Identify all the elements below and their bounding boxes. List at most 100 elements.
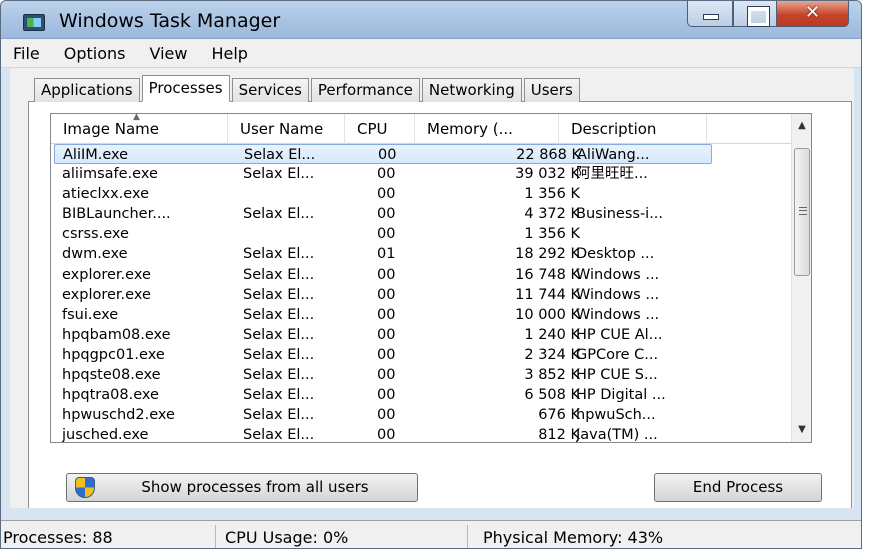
process-memory: 22 868 K	[516, 147, 581, 163]
table-row[interactable]: dwm.exe Selax El... 01 18 292 K Desktop ...	[51, 244, 791, 264]
menu-options[interactable]: Options	[64, 44, 126, 63]
table-row[interactable]: AliIM.exe Selax El... 00 22 868 K AliWang...	[54, 144, 712, 165]
table-row[interactable]: atieclxx.exe 00 1 356 K	[51, 184, 791, 204]
tab-processes[interactable]: Processes	[141, 75, 230, 102]
process-description: GPCore C...	[576, 346, 659, 363]
scroll-down-icon[interactable]: ▼	[792, 420, 811, 440]
process-cpu: 00	[377, 326, 396, 343]
tab-strip: Applications Processes Services Performa…	[34, 75, 582, 102]
process-name: explorer.exe	[62, 286, 151, 303]
process-description: Java(TM) ...	[576, 427, 658, 443]
process-name: aliimsafe.exe	[62, 166, 158, 183]
process-cpu: 00	[377, 286, 396, 303]
table-row[interactable]: csrss.exe 00 1 356 K	[51, 224, 791, 244]
column-filler	[707, 114, 791, 144]
process-memory: 812 K	[538, 427, 580, 443]
tab-services[interactable]: Services	[231, 78, 309, 102]
process-cpu: 00	[377, 226, 396, 243]
column-label: User Name	[240, 120, 324, 138]
process-name: dwm.exe	[62, 246, 128, 263]
column-cpu[interactable]: CPU	[345, 114, 415, 144]
column-label: CPU	[357, 120, 388, 138]
process-description: HP CUE Al...	[576, 326, 663, 343]
tab-applications[interactable]: Applications	[34, 78, 140, 102]
menu-help[interactable]: Help	[211, 44, 247, 63]
scrollbar-thumb[interactable]	[794, 148, 810, 276]
process-memory: 1 356 K	[524, 226, 580, 243]
process-description: Desktop ...	[576, 246, 655, 263]
process-name: hpqgpc01.exe	[62, 346, 165, 363]
process-cpu: 01	[377, 246, 396, 263]
process-description: AliWang...	[577, 147, 650, 163]
table-row[interactable]: aliimsafe.exe Selax El... 00 39 032 K 阿里旺旺..…	[51, 164, 791, 184]
menu-bar: File Options View Help	[1, 39, 861, 68]
uac-shield-icon	[75, 477, 95, 498]
close-button[interactable]: ✕	[777, 1, 849, 27]
process-description: Windows ...	[576, 306, 660, 323]
process-cpu: 00	[377, 346, 396, 363]
title-bar[interactable]: Windows Task Manager ✕	[1, 1, 861, 39]
column-label: Image Name	[63, 120, 159, 138]
process-name: hpwuschd2.exe	[62, 407, 175, 424]
process-memory: 10 000 K	[515, 306, 580, 323]
tab-users[interactable]: Users	[523, 78, 580, 102]
process-memory: 3 852 K	[524, 367, 580, 384]
process-description: 阿里旺旺...	[576, 166, 648, 183]
process-name: csrss.exe	[62, 226, 129, 243]
close-icon: ✕	[804, 2, 821, 23]
menu-view[interactable]: View	[150, 44, 188, 63]
client-area: Applications Processes Services Performa…	[10, 68, 854, 508]
table-row[interactable]: hpqbam08.exe Selax El... 00 1 240 K HP CUE A…	[51, 325, 791, 345]
column-description[interactable]: Description	[559, 114, 707, 144]
process-memory: 16 748 K	[515, 266, 580, 283]
tab-networking[interactable]: Networking	[421, 78, 522, 102]
column-user-name[interactable]: User Name	[228, 114, 345, 144]
scroll-up-icon[interactable]: ▲	[792, 116, 811, 136]
process-cpu: 00	[377, 427, 396, 443]
process-memory: 1 240 K	[524, 326, 580, 343]
column-label: Description	[571, 120, 657, 138]
process-name: fsui.exe	[62, 306, 119, 323]
process-name: atieclxx.exe	[62, 186, 150, 203]
show-all-label: Show processes from all users	[141, 478, 369, 496]
table-row[interactable]: hpwuschd2.exe Selax El... 00 676 KhpwuSch..…	[51, 405, 791, 425]
process-memory: 39 032 K	[515, 166, 580, 183]
process-cpu: 00	[377, 387, 396, 404]
process-cpu: 00	[377, 186, 396, 203]
process-memory: 11 744 K	[515, 286, 580, 303]
process-description	[576, 224, 716, 244]
process-name: hpqtra08.exe	[62, 387, 159, 404]
process-description: Windows ...	[576, 266, 660, 283]
table-row[interactable]: hpqste08.exe Selax El... 00 3 852 K HP CUE S…	[51, 365, 791, 385]
process-memory: 1 356 K	[524, 186, 580, 203]
process-name: jusched.exe	[62, 427, 149, 443]
process-description: HP Digital ...	[576, 387, 666, 404]
minimize-button[interactable]	[687, 1, 733, 27]
process-description: hpwuSch...	[576, 407, 656, 424]
window-controls: ✕	[687, 1, 849, 27]
column-label: Memory (...	[427, 120, 513, 138]
table-row[interactable]: jusched.exe Selax El... 00 812 K Java(TM) ..…	[51, 425, 791, 443]
process-memory: 18 292 K	[515, 246, 580, 263]
task-manager-icon	[23, 14, 45, 31]
end-process-button[interactable]: End Process	[654, 473, 822, 502]
sort-ascending-icon: ▲	[133, 113, 140, 122]
maximize-button[interactable]	[733, 1, 777, 27]
table-row[interactable]: hpqgpc01.exe Selax El... 00 2 324 K GPCore C…	[51, 345, 791, 365]
column-memory[interactable]: Memory (...	[415, 114, 559, 144]
show-all-processes-button[interactable]: Show processes from all users	[66, 473, 418, 502]
process-memory: 676 K	[538, 407, 580, 424]
table-row[interactable]: fsui.exe Selax El... 00 10 000 K Windows ...	[51, 305, 791, 325]
table-row[interactable]: BIBLauncher.... Selax El... 00 4 372 K Busin…	[51, 204, 791, 224]
tab-performance[interactable]: Performance	[310, 78, 420, 102]
table-row[interactable]: explorer.exe Selax El... 00 16 748 K Windows…	[51, 265, 791, 285]
process-name: AliIM.exe	[63, 147, 129, 163]
vertical-scrollbar[interactable]: ▲ ▼	[791, 114, 811, 442]
table-row[interactable]: explorer.exe Selax El... 00 11 744 K Windows…	[51, 285, 791, 305]
process-description: HP CUE S...	[576, 367, 658, 384]
process-list[interactable]: ▲ Image Name User Name CPU Memory (... D…	[50, 113, 812, 443]
column-image-name[interactable]: ▲ Image Name	[51, 114, 228, 144]
status-separator	[467, 525, 468, 548]
menu-file[interactable]: File	[13, 44, 40, 63]
table-row[interactable]: hpqtra08.exe Selax El... 00 6 508 K HP Digit…	[51, 385, 791, 405]
